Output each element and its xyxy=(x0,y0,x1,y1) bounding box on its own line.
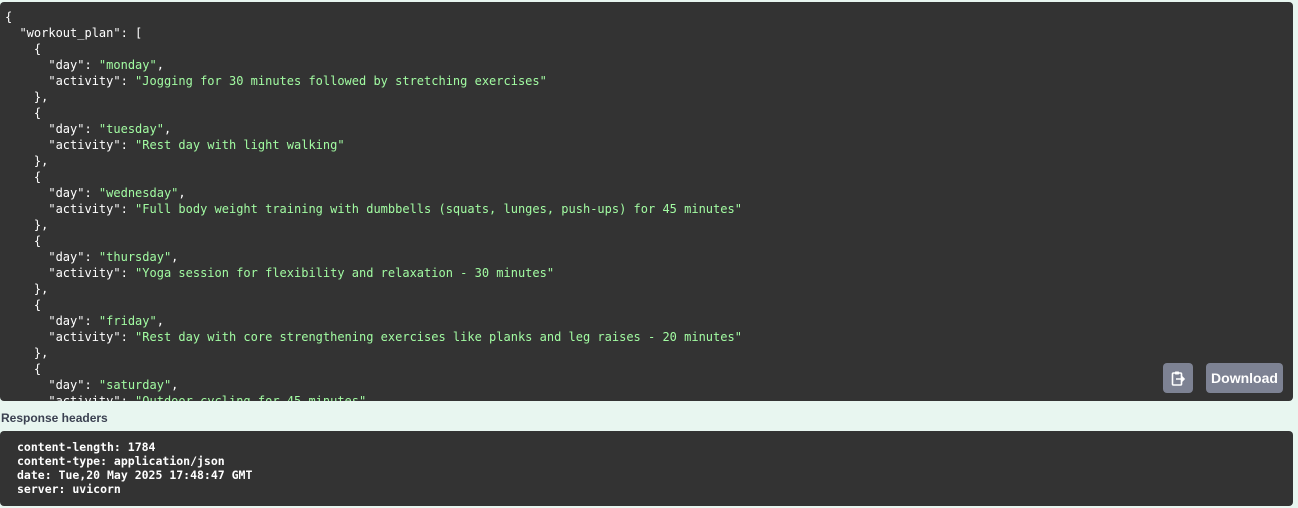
json-token: }, xyxy=(5,218,49,232)
response-headers-block: content-length: 1784 content-type: applic… xyxy=(0,431,1293,506)
code-line: "activity": "Outdoor cycling for 45 minu… xyxy=(5,393,742,401)
json-token: "activity": xyxy=(5,202,136,216)
json-token: , xyxy=(156,314,164,328)
code-line: "activity": "Rest day with light walking… xyxy=(5,137,742,153)
copy-to-clipboard-button[interactable] xyxy=(1163,363,1193,393)
json-string-value: "Rest day with core strengthening exerci… xyxy=(135,330,742,344)
json-string-value: "Yoga session for flexibility and relaxa… xyxy=(135,266,555,280)
code-line: "day": "thursday", xyxy=(5,249,742,265)
json-token: , xyxy=(156,58,164,72)
json-string-value: "thursday" xyxy=(98,250,172,264)
json-token: "day": xyxy=(5,378,99,392)
json-token: "day": xyxy=(5,122,99,136)
header-line: date: Tue,20 May 2025 17:48:47 GMT xyxy=(17,468,253,482)
json-token: { xyxy=(5,106,42,120)
json-token: "activity": xyxy=(5,74,136,88)
code-line: "day": "saturday", xyxy=(5,377,742,393)
response-headers-label: Response headers xyxy=(1,411,108,425)
json-token: { xyxy=(5,234,42,248)
json-token: , xyxy=(163,122,172,136)
header-line: content-length: 1784 xyxy=(17,440,156,454)
json-token: "day": xyxy=(5,314,99,328)
json-string-value: "Jogging for 30 minutes followed by stre… xyxy=(135,74,547,88)
json-response-text: { "workout_plan": [ { "day": "monday", "… xyxy=(5,9,742,401)
json-token: , xyxy=(171,250,179,264)
json-token: , xyxy=(171,378,179,392)
code-line: "day": "tuesday", xyxy=(5,121,742,137)
json-string-value: "Full body weight training with dumbbell… xyxy=(135,202,742,216)
code-line: { xyxy=(5,361,742,377)
json-token: { xyxy=(5,298,42,312)
json-string-value: "wednesday" xyxy=(98,186,179,200)
download-button[interactable]: Download xyxy=(1206,363,1283,393)
json-string-value: "tuesday" xyxy=(98,122,164,136)
code-line: }, xyxy=(5,345,742,361)
code-line: }, xyxy=(5,281,742,297)
json-token: "day": xyxy=(5,250,99,264)
response-panel: { "workout_plan": [ { "day": "monday", "… xyxy=(0,0,1298,508)
json-token: "activity": xyxy=(5,266,136,280)
header-line: server: uvicorn xyxy=(17,482,121,496)
json-string-value: "friday" xyxy=(98,314,157,328)
json-string-value: "saturday" xyxy=(98,378,172,392)
code-line: "day": "wednesday", xyxy=(5,185,742,201)
code-line: { xyxy=(5,297,742,313)
response-headers-text: content-length: 1784 content-type: applic… xyxy=(17,440,252,496)
json-token: , xyxy=(178,186,186,200)
code-line: { xyxy=(5,105,742,121)
clipboard-copy-icon xyxy=(1171,371,1186,386)
code-line: "activity": "Jogging for 30 minutes foll… xyxy=(5,73,742,89)
code-line: "day": "monday", xyxy=(5,57,742,73)
json-token: { xyxy=(5,362,42,376)
json-token: }, xyxy=(5,90,49,104)
json-token: }, xyxy=(5,154,49,168)
code-line: }, xyxy=(5,217,742,233)
json-token: "activity": xyxy=(5,394,136,401)
json-token: "day": xyxy=(5,58,99,72)
code-line: }, xyxy=(5,153,742,169)
code-line: { xyxy=(5,233,742,249)
json-token: }, xyxy=(5,346,49,360)
code-line: { xyxy=(5,41,742,57)
code-line: "workout_plan": [ xyxy=(5,25,742,41)
code-line: }, xyxy=(5,89,742,105)
json-token: { xyxy=(5,170,42,184)
json-token: { xyxy=(5,42,42,56)
response-body-code-block[interactable]: { "workout_plan": [ { "day": "monday", "… xyxy=(0,2,1293,401)
code-line: { xyxy=(5,169,742,185)
header-line: content-type: application/json xyxy=(17,454,225,468)
code-line: "day": "friday", xyxy=(5,313,742,329)
json-string-value: "monday" xyxy=(98,58,157,72)
json-token: "activity": xyxy=(5,138,136,152)
code-line: "activity": "Rest day with core strength… xyxy=(5,329,742,345)
code-line: { xyxy=(5,9,742,25)
json-string-value: "Rest day with light walking" xyxy=(135,138,345,152)
json-token: { xyxy=(5,10,13,24)
json-token: "activity": xyxy=(5,330,136,344)
json-string-value: "Outdoor cycling for 45 minutes" xyxy=(135,394,367,401)
code-line: "activity": "Yoga session for flexibilit… xyxy=(5,265,742,281)
json-token: "workout_plan": [ xyxy=(5,26,143,40)
json-token: }, xyxy=(5,282,49,296)
json-token: "day": xyxy=(5,186,99,200)
code-line: "activity": "Full body weight training w… xyxy=(5,201,742,217)
